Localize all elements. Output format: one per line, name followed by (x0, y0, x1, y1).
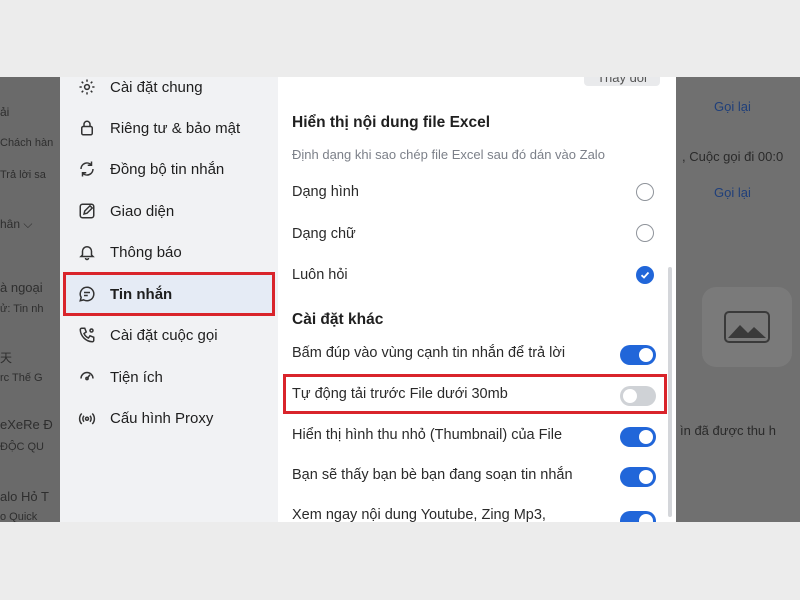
sidebar-item-label: Riêng tư & bảo mật (110, 119, 241, 137)
option-label: Dạng chữ (292, 226, 356, 242)
content-scrollbar[interactable] (668, 267, 672, 517)
radio-always-ask[interactable] (636, 266, 654, 284)
sidebar-item-label: Đồng bộ tin nhắn (110, 160, 225, 178)
toggle-preview-media[interactable] (620, 511, 656, 522)
bg-text: ĐỘC QU (0, 441, 44, 453)
radio-text-format[interactable] (636, 224, 654, 242)
sidebar-item-label: Giao diện (110, 202, 175, 220)
toggle-label: Tự động tải trước File dưới 30mb (292, 386, 508, 402)
sidebar-item-label: Tin nhắn (110, 285, 173, 303)
toggle-label: Xem ngay nội dung Youtube, Zing Mp3, (292, 507, 546, 522)
bell-icon (76, 241, 98, 263)
bg-text: Chách hàn (0, 137, 54, 149)
lock-icon (76, 117, 98, 139)
sidebar-item-messages[interactable]: Tin nhắn (63, 272, 275, 316)
toggle-file-thumbnail[interactable] (620, 427, 656, 447)
radio-image-format[interactable] (636, 183, 654, 201)
proxy-icon (76, 407, 98, 429)
option-label: Luôn hỏi (292, 267, 348, 283)
edit-icon (76, 200, 98, 222)
bg-file-text: ìn đã được thu h (680, 423, 777, 438)
sidebar-item-proxy[interactable]: Cấu hình Proxy (66, 399, 272, 437)
option-label: Dạng hình (292, 184, 359, 200)
toggle-typing-indicator[interactable] (620, 467, 656, 487)
toggle-label: Hiển thị hình thu nhỏ (Thumbnail) của Fi… (292, 427, 563, 443)
gear-icon (76, 77, 98, 98)
toggle-label: Bấm đúp vào vùng cạnh tin nhắn để trả lờ… (292, 345, 566, 361)
bg-image-thumbnail (702, 287, 792, 367)
other-section-title: Cài đặt khác (292, 311, 384, 328)
bg-text: Trả lời sa (0, 169, 46, 181)
background-chat-list: ải Chách hàn Trả lời sa hân ⌵ à ngoại ử:… (0, 77, 60, 522)
sidebar-item-call-settings[interactable]: Cài đặt cuộc gọi (66, 316, 272, 354)
sidebar-item-label: Cấu hình Proxy (110, 409, 214, 427)
bg-text: alo Hỏ T (0, 489, 49, 504)
toggle-auto-download-files[interactable] (620, 386, 656, 406)
settings-dialog: Cài đặt chung Riêng tư & bảo mật Đồng bộ… (60, 77, 676, 522)
phone-settings-icon (76, 324, 98, 346)
sidebar-item-label: Cài đặt cuộc gọi (110, 326, 218, 344)
bg-text: rc Thế G (0, 372, 43, 384)
excel-section-title: Hiển thị nội dung file Excel (292, 114, 491, 131)
sidebar-item-label: Thông báo (110, 243, 182, 261)
bg-text: eXeRe Đ (0, 417, 53, 432)
message-icon (76, 283, 98, 305)
bg-text: à ngoại (0, 280, 43, 295)
sidebar-item-notifications[interactable]: Thông báo (66, 233, 272, 271)
sidebar-item-sync[interactable]: Đồng bộ tin nhắn (66, 150, 272, 188)
bg-text: ải (0, 105, 10, 119)
sidebar-item-utilities[interactable]: Tiện ích (66, 358, 272, 396)
bg-text: hân ⌵ (0, 217, 33, 231)
sidebar-item-general[interactable]: Cài đặt chung (66, 77, 272, 106)
toggle-label: Bạn sẽ thấy bạn bè bạn đang soạn tin nhắ… (292, 467, 573, 483)
check-icon (640, 271, 650, 279)
toggle-double-click-reply[interactable] (620, 345, 656, 365)
bg-text: 天 (0, 351, 13, 365)
settings-sidebar: Cài đặt chung Riêng tư & bảo mật Đồng bộ… (60, 77, 278, 522)
settings-content: Thay đổi Hiển thị nội dung file Excel Đị… (278, 77, 676, 522)
utilities-icon (76, 366, 98, 388)
top-strip: Thay đổi (292, 77, 660, 86)
bg-text: ử: Tin nh (0, 303, 44, 315)
sidebar-item-label: Tiện ích (110, 368, 163, 386)
sidebar-item-label: Cài đặt chung (110, 78, 203, 96)
bg-text: o Quick (0, 511, 38, 522)
change-button[interactable]: Thay đổi (584, 77, 660, 86)
bg-call-back-link: Gọi lại (714, 185, 751, 200)
image-placeholder-icon (724, 311, 770, 343)
sync-icon (76, 158, 98, 180)
bg-call-text: , Cuộc gọi đi 00:0 (682, 149, 784, 164)
screenshot-frame: ải Chách hàn Trả lời sa hân ⌵ à ngoại ử:… (0, 77, 800, 522)
excel-section-subtitle: Định dạng khi sao chép file Excel sau đó… (292, 147, 605, 162)
sidebar-item-appearance[interactable]: Giao diện (66, 192, 272, 230)
bg-call-back-link: Gọi lại (714, 99, 751, 114)
sidebar-item-privacy[interactable]: Riêng tư & bảo mật (66, 109, 272, 147)
